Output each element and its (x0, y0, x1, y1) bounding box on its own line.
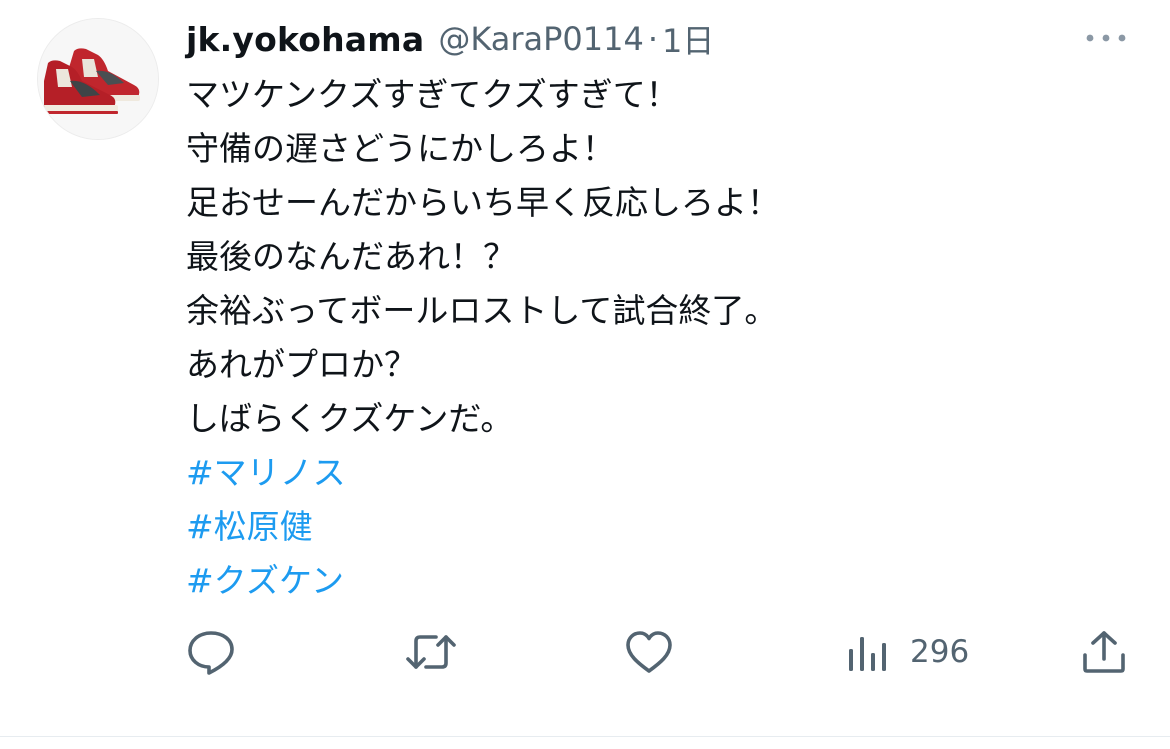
avatar[interactable] (37, 18, 159, 140)
like-button[interactable] (624, 620, 674, 684)
more-options-button[interactable] (1082, 26, 1130, 50)
hashtag-link[interactable]: #マリノス (186, 453, 346, 492)
tweet-text: マツケンクズすぎてクズすぎて！ 守備の遅さどうにかしろよ！ 足おせーんだからいち… (186, 68, 1126, 608)
hashtag-link[interactable]: #松原健 (186, 507, 313, 546)
share-icon (1083, 631, 1125, 673)
display-name[interactable]: jk.yokohama (186, 20, 424, 59)
views-count: 296 (910, 634, 970, 670)
views-bar-icon (849, 637, 886, 671)
tweet-text-line: あれがプロか？ (186, 345, 417, 384)
tweet-text-line: 守備の遅さどうにかしろよ！ (186, 129, 615, 168)
tweet-text-line: マツケンクズすぎてクズすぎて！ (186, 75, 679, 114)
tweet-text-line: 最後のなんだあれ！？ (186, 237, 516, 276)
timestamp[interactable]: 1日 (662, 16, 714, 62)
tweet-text-line: 余裕ぶってボールロストして試合終了。 (186, 291, 778, 330)
tweet-header: jk.yokohama @KaraP0114 · 1日 (186, 14, 714, 64)
hashtag-link[interactable]: #クズケン (186, 561, 344, 600)
separator-dot: · (647, 20, 659, 58)
retweet-button[interactable] (404, 620, 458, 684)
action-bar: 296 (0, 620, 1170, 684)
more-dots-icon (1086, 34, 1126, 42)
divider (0, 736, 1170, 737)
tweet[interactable]: jk.yokohama @KaraP0114 · 1日 マツケンクズすぎてクズす… (0, 0, 1170, 749)
sneaker-avatar-image (38, 19, 158, 139)
share-button[interactable] (1080, 620, 1128, 684)
reply-icon (188, 631, 234, 675)
heart-icon (626, 631, 672, 673)
reply-button[interactable] (186, 620, 236, 684)
retweet-icon (406, 635, 456, 669)
tweet-text-line: 足おせーんだからいち早く反応しろよ！ (186, 183, 780, 222)
user-handle[interactable]: @KaraP0114 (438, 20, 644, 58)
tweet-text-line: しばらくクズケンだ。 (186, 399, 514, 438)
views-button[interactable]: 296 (846, 620, 969, 684)
